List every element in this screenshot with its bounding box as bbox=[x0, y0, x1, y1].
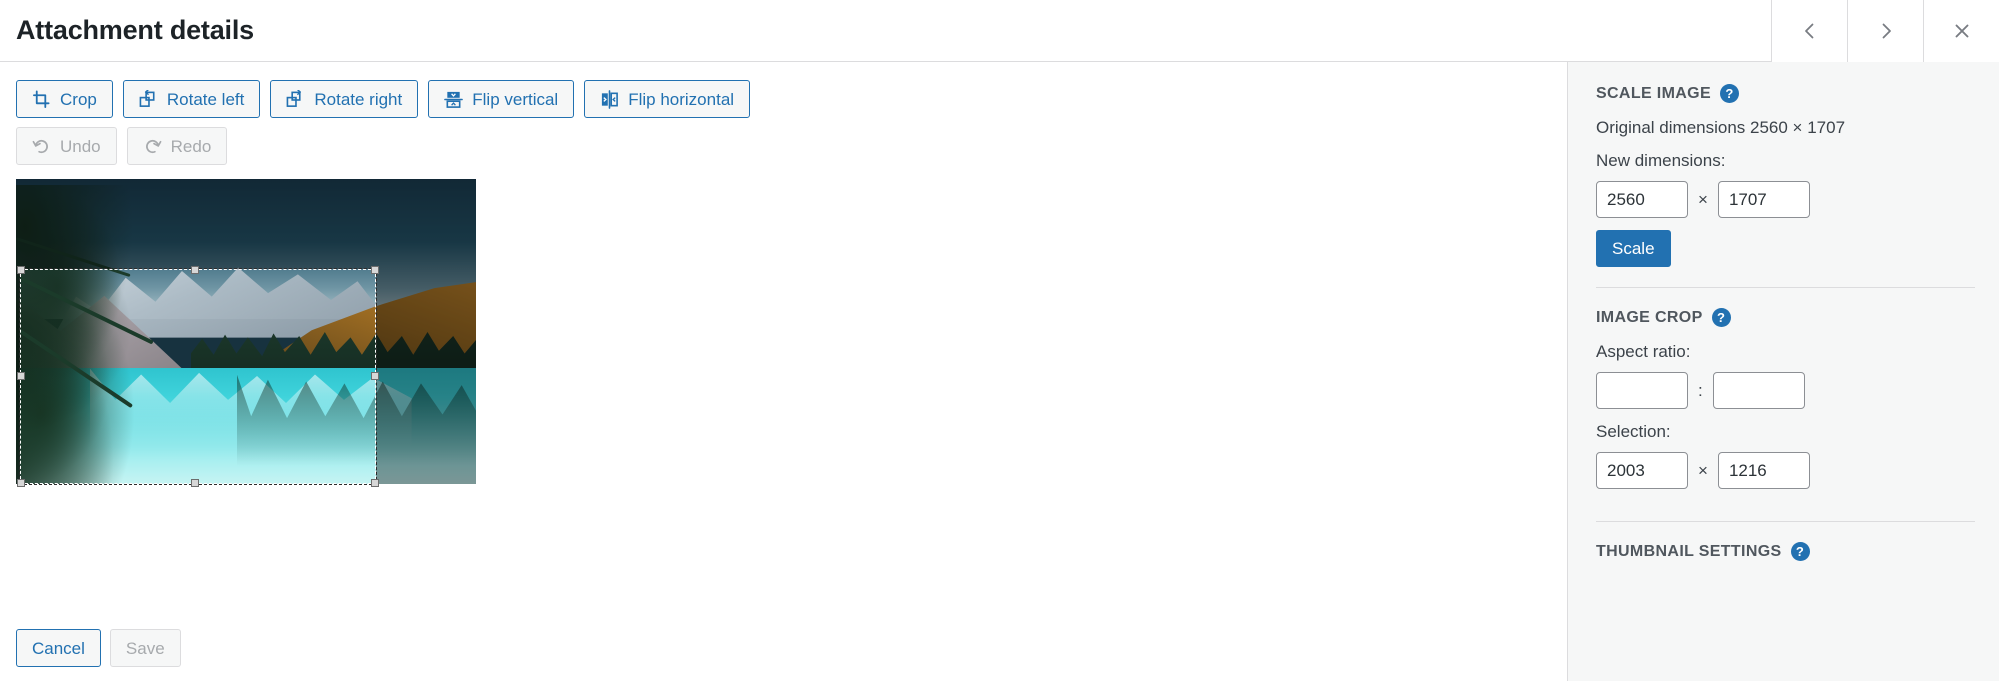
crop-shade-top bbox=[16, 179, 476, 269]
flip-horizontal-button-label: Flip horizontal bbox=[628, 89, 735, 109]
undo-button-label: Undo bbox=[60, 136, 101, 156]
crop-button-label: Crop bbox=[60, 89, 97, 109]
scale-image-heading-label: SCALE IMAGE bbox=[1596, 84, 1711, 102]
close-icon bbox=[1955, 24, 1968, 38]
crop-icon bbox=[32, 90, 51, 109]
crop-handle-s[interactable] bbox=[191, 479, 199, 487]
redo-icon bbox=[143, 137, 162, 156]
new-dimensions-row: × bbox=[1596, 181, 1975, 219]
modal-nav-group bbox=[1771, 0, 1999, 62]
page-title: Attachment details bbox=[16, 15, 254, 45]
previous-media-button[interactable] bbox=[1771, 0, 1847, 62]
undo-button[interactable]: Undo bbox=[16, 127, 117, 165]
flip-vertical-button[interactable]: Flip vertical bbox=[428, 80, 575, 118]
edit-toolbar-primary: Crop Rotate left Rotate right Flip verti… bbox=[16, 80, 1551, 118]
crop-handle-n[interactable] bbox=[191, 266, 199, 274]
original-dimensions-text: Original dimensions 2560 × 1707 bbox=[1596, 118, 1846, 137]
scale-dimension-separator: × bbox=[1698, 189, 1708, 209]
crop-button[interactable]: Crop bbox=[16, 80, 113, 118]
crop-selection[interactable] bbox=[17, 266, 379, 487]
undo-icon bbox=[32, 137, 51, 156]
rotate-left-button[interactable]: Rotate left bbox=[122, 80, 261, 118]
rotate-right-icon bbox=[286, 89, 305, 109]
crop-shade-right bbox=[376, 269, 476, 484]
edit-toolbar-history: Undo Redo bbox=[16, 127, 1551, 165]
image-crop-heading: IMAGE CROP ? bbox=[1596, 308, 1975, 328]
next-media-button[interactable] bbox=[1847, 0, 1923, 62]
crop-handle-nw[interactable] bbox=[17, 266, 25, 274]
aspect-ratio-separator: : bbox=[1698, 380, 1703, 400]
scale-height-input[interactable] bbox=[1717, 181, 1810, 219]
chevron-right-icon bbox=[1882, 23, 1891, 39]
rotate-left-icon bbox=[139, 89, 158, 109]
scale-image-heading: SCALE IMAGE ? bbox=[1596, 84, 1975, 103]
modal-titlebar: Attachment details bbox=[0, 0, 1999, 62]
selection-width-input[interactable] bbox=[1596, 452, 1688, 490]
crop-handle-ne[interactable] bbox=[371, 266, 379, 274]
close-modal-button[interactable] bbox=[1923, 0, 1999, 62]
image-crop-section: IMAGE CROP ? Aspect ratio: : Selection: … bbox=[1596, 287, 1975, 521]
flip-horizontal-button[interactable]: Flip horizontal bbox=[584, 80, 751, 118]
thumbnail-settings-heading: THUMBNAIL SETTINGS ? bbox=[1596, 542, 1975, 562]
redo-button[interactable]: Redo bbox=[126, 127, 228, 165]
thumbnail-settings-help-icon[interactable]: ? bbox=[1790, 542, 1810, 562]
attachment-details-modal: Attachment details Crop Rotate left Rota… bbox=[0, 0, 1999, 681]
rotate-right-button[interactable]: Rotate right bbox=[270, 80, 419, 118]
cancel-button[interactable]: Cancel bbox=[16, 629, 101, 667]
thumbnail-settings-heading-label: THUMBNAIL SETTINGS bbox=[1596, 542, 1782, 560]
flip-vertical-button-label: Flip vertical bbox=[472, 89, 559, 109]
editor-footer: Cancel Save bbox=[0, 629, 1567, 681]
crop-handle-w[interactable] bbox=[17, 372, 25, 380]
rotate-right-button-label: Rotate right bbox=[314, 89, 403, 109]
scale-button[interactable]: Scale bbox=[1596, 230, 1671, 268]
chevron-left-icon bbox=[1804, 23, 1813, 39]
selection-row: × bbox=[1596, 452, 1975, 490]
image-crop-help-icon[interactable]: ? bbox=[1711, 308, 1731, 328]
aspect-ratio-height-input[interactable] bbox=[1712, 372, 1805, 410]
crop-handle-sw[interactable] bbox=[17, 479, 25, 487]
modal-body: Crop Rotate left Rotate right Flip verti… bbox=[0, 62, 1999, 681]
redo-button-label: Redo bbox=[170, 136, 212, 156]
image-crop-heading-label: IMAGE CROP bbox=[1596, 308, 1703, 326]
selection-separator: × bbox=[1698, 460, 1708, 480]
crop-handle-e[interactable] bbox=[371, 372, 379, 380]
selection-label: Selection: bbox=[1596, 422, 1671, 442]
aspect-ratio-label: Aspect ratio: bbox=[1596, 342, 1691, 362]
aspect-ratio-row: : bbox=[1596, 372, 1975, 410]
settings-sidebar: SCALE IMAGE ? Original dimensions 2560 ×… bbox=[1567, 62, 1999, 681]
flip-vertical-icon bbox=[444, 90, 464, 109]
save-button[interactable]: Save bbox=[109, 629, 181, 667]
selection-height-input[interactable] bbox=[1717, 452, 1810, 490]
rotate-left-button-label: Rotate left bbox=[166, 89, 245, 109]
crop-handle-se[interactable] bbox=[371, 479, 379, 487]
scale-width-input[interactable] bbox=[1596, 181, 1688, 219]
scale-image-help-icon[interactable]: ? bbox=[1719, 84, 1739, 103]
thumbnail-settings-section: THUMBNAIL SETTINGS ? bbox=[1596, 521, 1975, 581]
aspect-ratio-width-input[interactable] bbox=[1596, 372, 1688, 410]
flip-horizontal-icon bbox=[600, 89, 619, 109]
image-crop-stage[interactable] bbox=[16, 179, 476, 487]
image-editor-pane: Crop Rotate left Rotate right Flip verti… bbox=[0, 62, 1567, 681]
new-dimensions-label: New dimensions: bbox=[1596, 151, 1726, 171]
scale-image-section: SCALE IMAGE ? Original dimensions 2560 ×… bbox=[1596, 84, 1975, 287]
